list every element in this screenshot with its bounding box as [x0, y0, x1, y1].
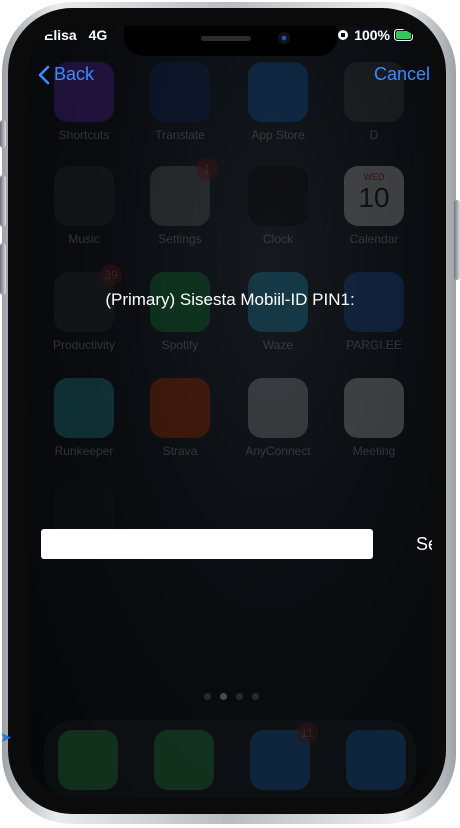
back-label: Back [54, 64, 95, 84]
speaker [201, 36, 251, 41]
carrier-label: Elisa [44, 27, 77, 43]
notch [124, 26, 338, 56]
volume-up-button [0, 175, 6, 227]
pin-input[interactable] [41, 529, 373, 559]
power-button [454, 200, 460, 280]
phone-screen: ShortcutsTranslateApp StoreDMusic1Settin… [28, 26, 432, 798]
network-label: 4G [88, 27, 108, 43]
rotation-lock-icon [338, 30, 349, 40]
chevron-left-icon [38, 65, 50, 84]
front-camera [278, 32, 290, 44]
volume-down-button [0, 243, 6, 295]
battery-icon [394, 29, 413, 41]
send-button[interactable]: Send [416, 534, 432, 555]
status-left: Elisa 4G [44, 27, 107, 43]
pin-prompt: (Primary) Sisesta Mobiil-ID PIN1: [105, 290, 355, 309]
battery-percent: 100% [354, 27, 390, 43]
back-button[interactable]: Back [38, 64, 94, 85]
cancel-button[interactable]: Cancel [374, 64, 430, 85]
status-right: 100% [337, 27, 416, 43]
pointer-arrow-icon: ➤ [0, 729, 12, 745]
dim-overlay [28, 26, 432, 798]
mute-switch [0, 120, 6, 148]
